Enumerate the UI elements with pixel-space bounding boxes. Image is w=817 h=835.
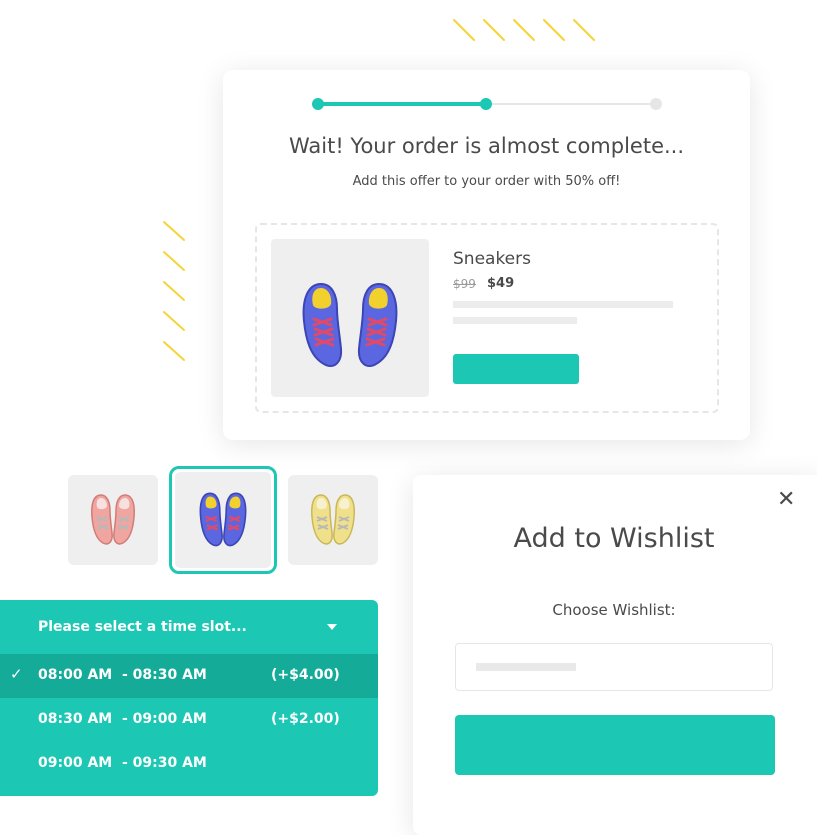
offer-title: Wait! Your order is almost complete... (288, 134, 685, 158)
product-old-price: $99 (453, 277, 476, 291)
sneakers-icon (302, 282, 398, 368)
time-slot-price: (+$4.00) (271, 667, 340, 683)
upsell-offer-card: Wait! Your order is almost complete... A… (223, 70, 750, 440)
time-slot-dropdown[interactable]: Please select a time slot... ✓ 08:00 AM … (0, 600, 378, 796)
variant-thumbnail-pink[interactable] (68, 475, 158, 565)
add-to-wishlist-button[interactable] (455, 715, 775, 775)
progress-step-2 (480, 98, 492, 110)
choose-wishlist-label: Choose Wishlist: (552, 601, 676, 619)
time-slot-option[interactable]: 09:00 AM - 09:30 AM (0, 742, 378, 786)
time-slot-price: (+$2.00) (271, 711, 340, 727)
wishlist-modal-title: Add to Wishlist (513, 523, 715, 554)
description-placeholder-line (453, 317, 577, 324)
time-slot-time: 09:00 AM - 09:30 AM (38, 755, 207, 771)
sneakers-icon (199, 492, 247, 547)
time-slot-placeholder[interactable]: Please select a time slot... (38, 619, 247, 635)
progress-step-3 (650, 98, 662, 110)
offer-subtitle: Add this offer to your order with 50% of… (352, 174, 621, 189)
add-offer-button[interactable] (453, 354, 579, 384)
product-name: Sneakers (453, 249, 531, 269)
time-slot-option[interactable]: ✓ 08:00 AM - 08:30 AM (+$4.00) (0, 654, 378, 698)
decorative-stripes-top (453, 19, 595, 41)
decorative-stripes-left (163, 221, 185, 361)
time-slot-time: 08:30 AM - 09:00 AM (38, 711, 207, 727)
sneakers-icon (311, 494, 355, 545)
checkout-progress-bar (312, 98, 662, 110)
variant-thumbnail-blue[interactable] (169, 466, 277, 574)
time-slot-option[interactable]: 08:30 AM - 09:00 AM (+$2.00) (0, 698, 378, 742)
progress-step-1 (312, 98, 324, 110)
sneakers-icon (91, 494, 135, 545)
product-new-price: $49 (487, 276, 515, 291)
time-slot-time: 08:00 AM - 08:30 AM (38, 667, 207, 683)
variant-thumbnail-inner (175, 472, 271, 568)
wishlist-select-placeholder (476, 663, 576, 671)
close-icon[interactable]: ✕ (777, 487, 795, 512)
progress-fill (316, 102, 486, 106)
offer-product-box: Sneakers $99 $49 (255, 223, 719, 413)
chevron-down-icon[interactable] (327, 624, 337, 630)
description-placeholder-line (453, 301, 673, 308)
check-icon: ✓ (10, 665, 23, 683)
variant-thumbnail-yellow[interactable] (288, 475, 378, 565)
wishlist-select[interactable] (455, 643, 773, 691)
product-image (271, 239, 429, 397)
add-to-wishlist-modal: ✕ Add to Wishlist Choose Wishlist: (413, 475, 817, 835)
